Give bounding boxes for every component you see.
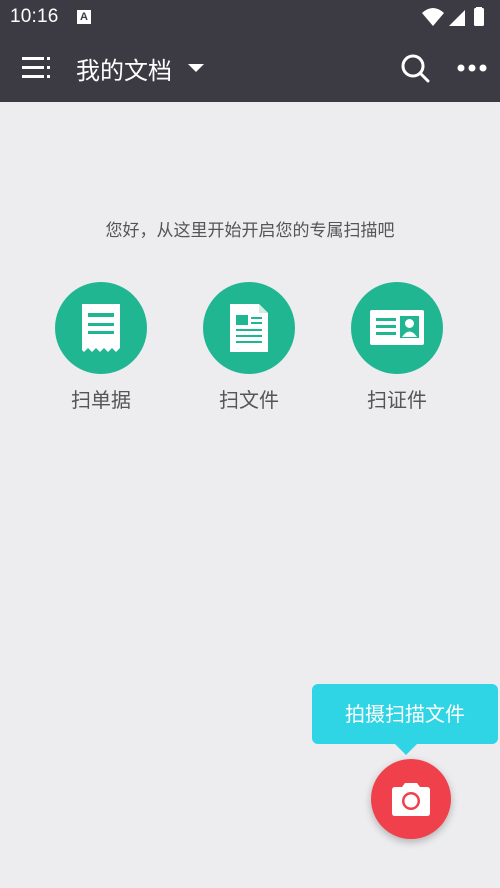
dropdown-caret-icon[interactable] (188, 64, 204, 72)
scan-receipt-label: 扫单据 (71, 388, 131, 412)
app-bar: 我的文档 (0, 34, 500, 102)
camera-icon (392, 783, 430, 816)
scan-document-label: 扫文件 (219, 388, 279, 412)
status-bar: 10:16 A (0, 0, 500, 34)
scan-id-button[interactable] (351, 282, 443, 374)
search-icon[interactable] (400, 53, 430, 83)
signal-icon (449, 10, 465, 26)
app-notification-badge: A (77, 10, 91, 24)
menu-icon[interactable] (22, 56, 52, 80)
document-icon (230, 304, 268, 352)
receipt-icon (82, 304, 120, 352)
scan-id-option[interactable]: 扫证件 (327, 282, 467, 413)
more-options-icon[interactable] (456, 58, 488, 78)
scan-receipt-button[interactable] (55, 282, 147, 374)
wifi-icon (422, 8, 444, 26)
scan-document-option[interactable]: 扫文件 (179, 282, 319, 413)
capture-tooltip[interactable]: 拍摄扫描文件 (312, 684, 498, 744)
tooltip-arrow (394, 743, 418, 755)
status-time: 10:16 (10, 6, 59, 27)
welcome-text: 您好，从这里开始开启您的专属扫描吧 (105, 221, 395, 241)
scan-id-label: 扫证件 (367, 388, 427, 412)
scan-document-button[interactable] (203, 282, 295, 374)
page-title[interactable]: 我的文档 (76, 51, 172, 86)
camera-fab-button[interactable] (371, 759, 451, 839)
status-icons (422, 7, 484, 26)
scan-receipt-option[interactable]: 扫单据 (31, 282, 171, 413)
id-card-icon (370, 310, 424, 345)
battery-icon (474, 8, 484, 26)
